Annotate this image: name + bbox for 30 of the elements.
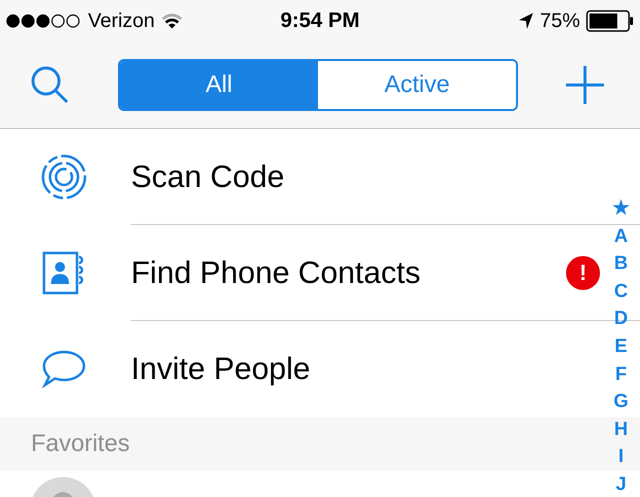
row-label[interactable]: Find Phone Contacts [131, 255, 421, 291]
scan-code-icon [40, 154, 86, 200]
alert-badge: ! [566, 256, 600, 290]
section-header: Favorites [31, 430, 130, 458]
index-letter[interactable]: F [615, 360, 627, 388]
row-label[interactable]: Invite People [131, 351, 310, 387]
index-letter[interactable]: G [614, 388, 628, 416]
row-label[interactable]: Scan Code [131, 159, 284, 195]
index-letter[interactable]: J [616, 470, 626, 497]
wifi-icon [160, 13, 183, 29]
signal-icon [6, 14, 82, 28]
index-letter[interactable]: B [614, 250, 628, 278]
index-letter[interactable]: H [614, 416, 628, 444]
filter-tab[interactable]: Active [318, 61, 516, 109]
index-letter[interactable]: ★ [612, 195, 630, 223]
speech-bubble-icon [40, 349, 86, 389]
battery-percent: 75% [540, 10, 580, 32]
add-icon[interactable] [566, 66, 604, 104]
index-letter[interactable]: C [614, 278, 628, 306]
battery-icon [586, 10, 634, 32]
index-letter[interactable]: I [618, 443, 624, 471]
index-letter[interactable]: E [614, 332, 628, 361]
location-arrow-icon [518, 12, 534, 30]
search-icon[interactable] [30, 65, 70, 105]
avatar [30, 477, 96, 497]
filter-tab[interactable]: All [120, 61, 318, 109]
index-letter[interactable]: A [614, 222, 628, 250]
carrier-name: Verizon [88, 10, 155, 32]
index-letter[interactable]: D [614, 305, 628, 333]
clock-time: 9:54 PM [280, 9, 360, 32]
